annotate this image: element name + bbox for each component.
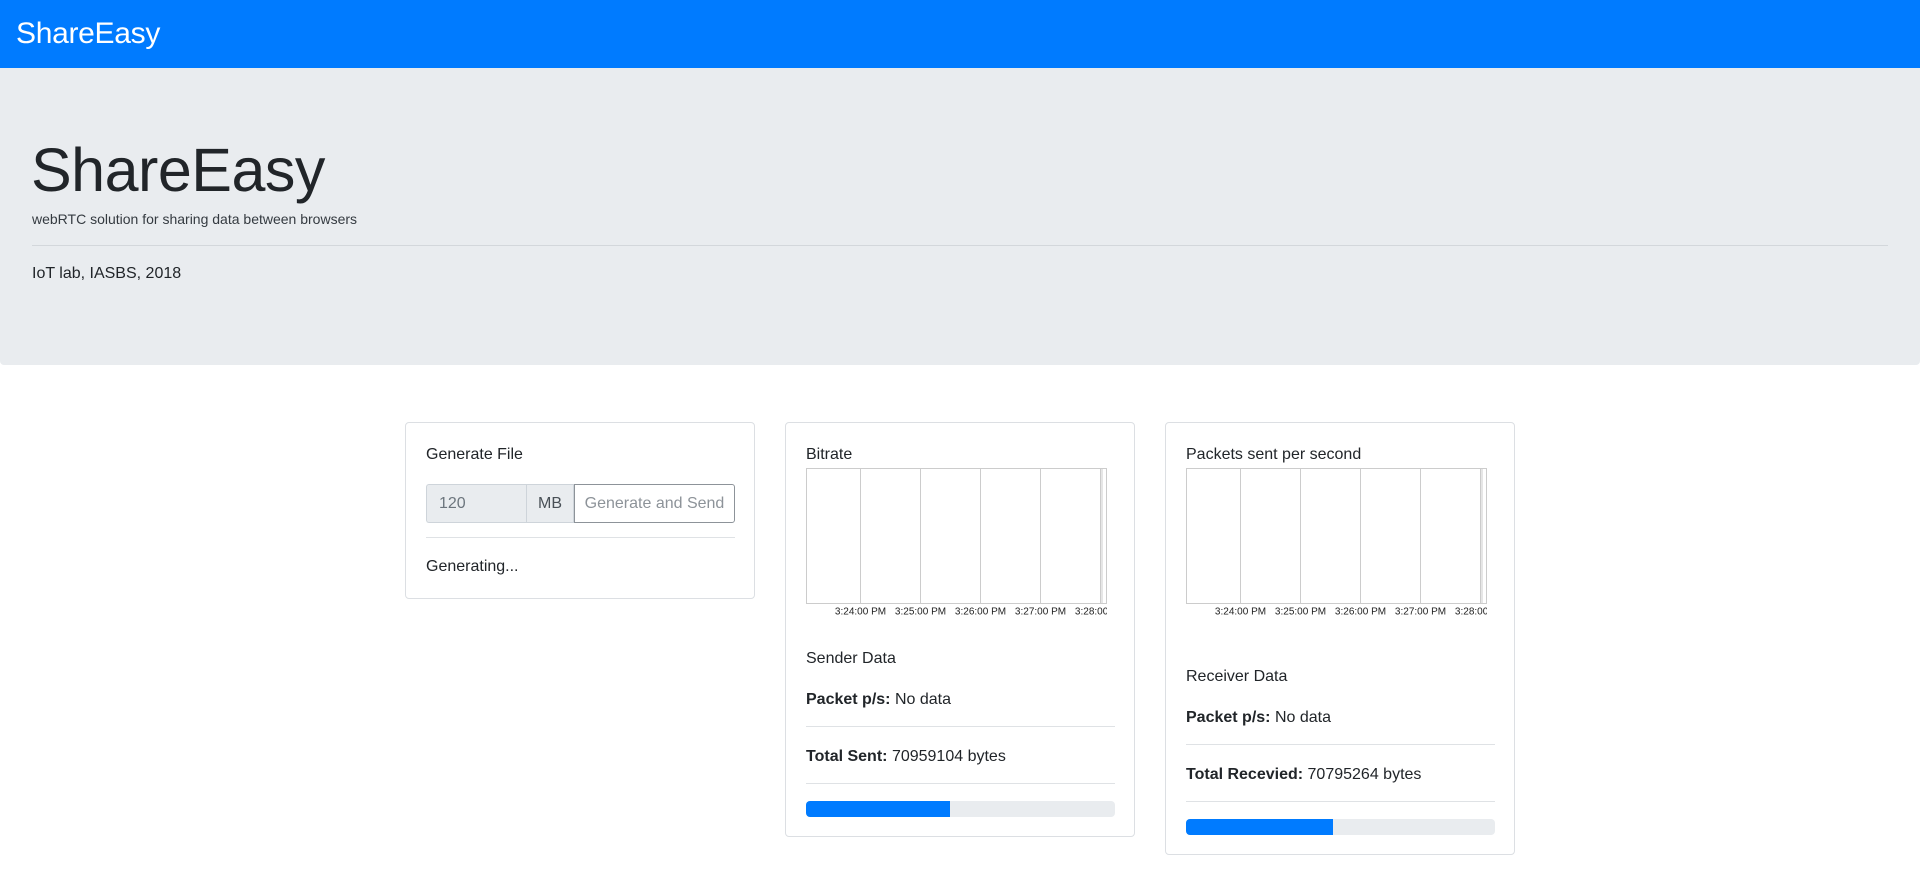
packet-rate-label: Packet p/s: [1186,709,1271,726]
send-progress-bar [806,801,1115,817]
file-size-input[interactable] [426,484,526,523]
packet-rate-value: No data [1274,709,1331,726]
divider [806,726,1115,727]
total-received: Total Recevied: 70795264 bytes [1186,766,1421,784]
page-subtitle: webRTC solution for sharing data between… [32,211,358,227]
x-tick-label: 3:25:00 PM [895,607,946,618]
bitrate-chart-title: Bitrate [806,446,853,463]
sender-packet-rate: Packet p/s: No data [806,691,951,709]
credit-text: IoT lab, IASBS, 2018 [32,265,182,282]
bitrate-card: Bitrate 3:24:00 PM 3:25:00 PM 3:26:00 PM 3:… [785,422,1135,837]
x-tick-label: 3:25:00 PM [1275,607,1326,618]
receive-progress-fill [1186,819,1333,835]
size-unit-label: MB [526,484,574,523]
top-navbar: ShareEasy [0,0,1920,68]
packet-rate-label: Packet p/s: [806,691,891,708]
bitrate-chart: 3:24:00 PM 3:25:00 PM 3:26:00 PM 3:27:00 PM… [806,468,1107,618]
plot-area [1186,468,1487,604]
divider [426,537,735,538]
page-title: ShareEasy [31,136,325,204]
generate-status: Generating... [426,558,519,575]
total-sent: Total Sent: 70959104 bytes [806,748,1006,766]
total-sent-value: 70959104 bytes [891,748,1006,765]
divider [1186,801,1495,802]
x-tick-label: 3:28:00 PM [1455,607,1487,618]
navbar-brand[interactable]: ShareEasy [16,17,160,51]
x-tick-label: 3:26:00 PM [1335,607,1386,618]
receiver-packet-rate: Packet p/s: No data [1186,709,1331,727]
x-tick-label: 3:24:00 PM [835,607,886,618]
chart-svg: 3:24:00 PM 3:25:00 PM 3:26:00 PM 3:27:00 PM… [1186,468,1487,618]
jumbotron: ShareEasy webRTC solution for sharing da… [0,68,1920,365]
sender-data-title: Sender Data [806,650,896,667]
x-tick-label: 3:28:00 PM [1075,607,1107,618]
receive-progress-bar [1186,819,1495,835]
plot-area [806,468,1107,604]
divider [1186,744,1495,745]
packets-chart: 3:24:00 PM 3:25:00 PM 3:26:00 PM 3:27:00 PM… [1186,468,1487,618]
divider [806,783,1115,784]
divider [32,245,1888,246]
file-size-input-group: MB Generate and Send [426,484,735,523]
receiver-data-title: Receiver Data [1186,668,1288,685]
packets-card: Packets sent per second 3:24:00 PM 3:25:0… [1165,422,1515,855]
total-received-value: 70795264 bytes [1307,766,1422,783]
x-tick-label: 3:26:00 PM [955,607,1006,618]
generate-file-card: Generate File MB Generate and Send Gener… [405,422,755,599]
chart-svg: 3:24:00 PM 3:25:00 PM 3:26:00 PM 3:27:00 PM… [806,468,1107,618]
x-tick-label: 3:24:00 PM [1215,607,1266,618]
total-sent-label: Total Sent: [806,748,888,765]
x-tick-label: 3:27:00 PM [1395,607,1446,618]
total-received-label: Total Recevied: [1186,766,1304,783]
generate-and-send-button[interactable]: Generate and Send [574,484,735,523]
send-progress-fill [806,801,950,817]
x-tick-label: 3:27:00 PM [1015,607,1066,618]
packets-chart-title: Packets sent per second [1186,446,1362,463]
generate-file-title: Generate File [426,446,523,463]
packet-rate-value: No data [894,691,951,708]
